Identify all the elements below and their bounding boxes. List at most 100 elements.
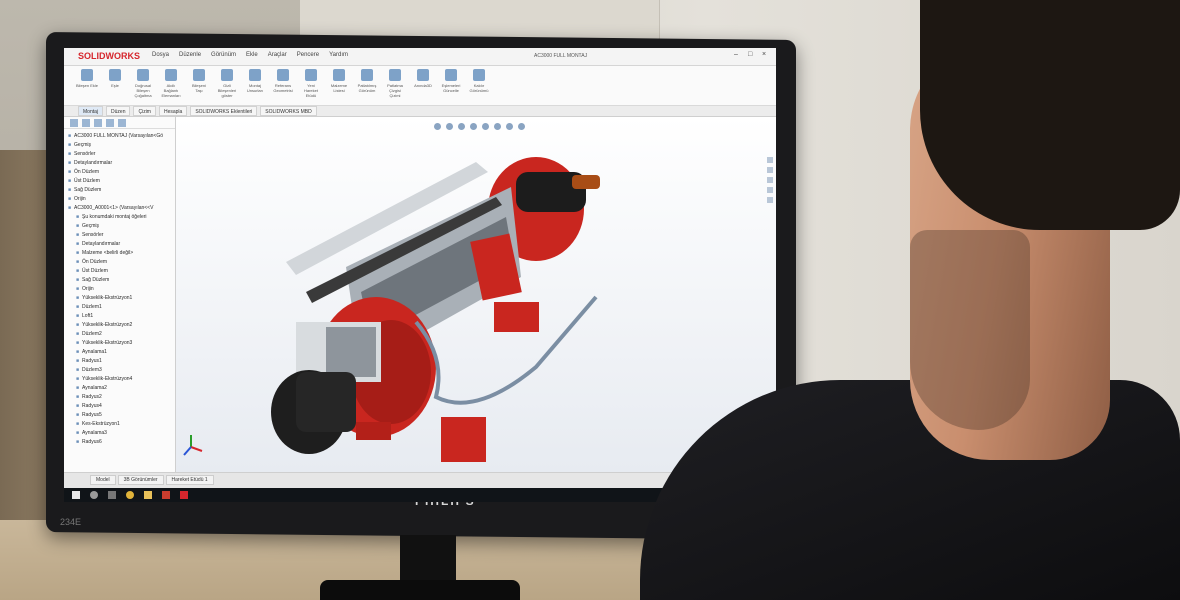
ribbon-button[interactable]: Patlatılmış Görünüm	[356, 66, 378, 105]
ribbon-command-icon	[389, 69, 401, 81]
ribbon-button[interactable]: Bileşen Ekle	[76, 66, 98, 105]
solidworks-taskbar-icon[interactable]	[180, 491, 188, 499]
ribbon-button[interactable]: Doğrusal Bileşen Çoğaltma	[132, 66, 154, 105]
minimize-icon[interactable]: –	[734, 51, 742, 59]
ribbon-button[interactable]: Referans Geometrisi	[272, 66, 294, 105]
tree-item[interactable]: Üst Düzlem	[64, 177, 175, 186]
tree-item[interactable]: Radyus5	[64, 411, 175, 420]
tab-motion-study[interactable]: Hareket Etüdü 1	[165, 475, 214, 485]
ribbon-button[interactable]: Kaldır Görünümü	[468, 66, 490, 105]
configuration-manager-icon[interactable]	[94, 119, 102, 127]
tree-item[interactable]: Sağ Düzlem	[64, 276, 175, 285]
tree-item[interactable]: Sağ Düzlem	[64, 186, 175, 195]
tab-mbd[interactable]: SOLIDWORKS MBD	[260, 106, 317, 116]
tree-item[interactable]: Radyus6	[64, 438, 175, 447]
ribbon-command-icon	[361, 69, 373, 81]
tab-duzen[interactable]: Düzen	[106, 106, 131, 116]
tab-eklentiler[interactable]: SOLIDWORKS Eklentileri	[190, 106, 258, 116]
tree-item[interactable]: Detaylandırmalar	[64, 240, 175, 249]
tree-item[interactable]: Orijin	[64, 195, 175, 204]
tree-item[interactable]: Yükseklik-Ekstrüzyon1	[64, 294, 175, 303]
ribbon-button[interactable]: Gizli Bileşenleri göster	[216, 66, 238, 105]
explorer-icon[interactable]	[144, 491, 152, 499]
tree-item[interactable]: Malzeme <belirli değil>	[64, 249, 175, 258]
ribbon-command-icon	[221, 69, 233, 81]
ribbon-button[interactable]: Montaj Unsurları	[244, 66, 266, 105]
tree-item[interactable]: Üst Düzlem	[64, 267, 175, 276]
ribbon-button[interactable]: Malzeme Listesi	[328, 66, 350, 105]
tree-item[interactable]: Radyus4	[64, 402, 175, 411]
tree-item[interactable]: AC3000_A0001<1> (Varsayılan<<V	[64, 204, 175, 213]
task-view-icon[interactable]	[108, 491, 116, 499]
solidworks-logo: SOLIDWORKS	[78, 51, 140, 61]
ribbon-button[interactable]: Akıllı Bağlantı Elemanları	[160, 66, 182, 105]
tree-item[interactable]: Sensörler	[64, 231, 175, 240]
ribbon-button[interactable]: Anında3D	[412, 66, 434, 105]
tree-item[interactable]: Şu konumdaki montaj öğeleri	[64, 213, 175, 222]
tree-item[interactable]: Detaylandırmalar	[64, 159, 175, 168]
menu-item[interactable]: Yardım	[329, 52, 348, 58]
tree-item[interactable]: Sensörler	[64, 150, 175, 159]
graphics-viewport[interactable]	[176, 117, 776, 472]
ribbon-button-label: Gizli Bileşenleri göster	[217, 83, 237, 98]
winch-foot-left	[441, 417, 486, 462]
tree-item[interactable]: Yükseklik-Ekstrüzyon2	[64, 321, 175, 330]
feature-manager-icon[interactable]	[70, 119, 78, 127]
ribbon-button-label: Doğrusal Bileşen Çoğaltma	[134, 83, 152, 98]
app-icon[interactable]	[162, 491, 170, 499]
ribbon-button[interactable]: Bileşeni Taşı	[188, 66, 210, 105]
search-icon[interactable]	[90, 491, 98, 499]
tree-item[interactable]: Düzlem1	[64, 303, 175, 312]
tree-item[interactable]: Radyus2	[64, 393, 175, 402]
menu-item[interactable]: Pencere	[297, 52, 319, 58]
tree-item[interactable]: Düzlem2	[64, 330, 175, 339]
close-icon[interactable]: ×	[762, 51, 770, 59]
tab-3d-views[interactable]: 3B Görünümler	[117, 475, 164, 485]
tab-model[interactable]: Model	[90, 475, 116, 485]
tree-item[interactable]: Yükseklik-Ekstrüzyon4	[64, 375, 175, 384]
menu-item[interactable]: Düzenle	[179, 52, 201, 58]
tree-item[interactable]: Loft1	[64, 312, 175, 321]
person-viewing-monitor	[640, 0, 1180, 600]
ribbon-button[interactable]: Yeni Hareket Etüdü	[300, 66, 322, 105]
tree-item[interactable]: Radyus1	[64, 357, 175, 366]
winch-motor-body	[296, 372, 356, 432]
ribbon-button[interactable]: Eşle	[104, 66, 126, 105]
maximize-icon[interactable]: □	[748, 51, 756, 59]
ribbon-button[interactable]: Patlatma Çizgisi Çizimi	[384, 66, 406, 105]
display-manager-icon[interactable]	[118, 119, 126, 127]
tab-cizim[interactable]: Çizim	[133, 106, 156, 116]
ribbon-button-label: Akıllı Bağlantı Elemanları	[161, 83, 181, 98]
menu-item[interactable]: Araçlar	[268, 52, 287, 58]
tree-item[interactable]: Kes-Ekstrüzyon1	[64, 420, 175, 429]
menu-item[interactable]: Ekle	[246, 52, 258, 58]
tab-hesapla[interactable]: Hesapla	[158, 106, 188, 116]
person-beard	[910, 230, 1030, 430]
tree-item[interactable]: Aynalama3	[64, 429, 175, 438]
tree-item[interactable]: Geçmiş	[64, 222, 175, 231]
tree-item[interactable]: Yükseklik-Ekstrüzyon3	[64, 339, 175, 348]
dimxpert-icon[interactable]	[106, 119, 114, 127]
background-door	[300, 0, 660, 40]
ribbon-button-label: Kaldır Görünümü	[469, 83, 489, 93]
tree-item[interactable]: Aynalama1	[64, 348, 175, 357]
winch-3d-model[interactable]	[176, 117, 776, 472]
tree-item[interactable]: Ön Düzlem	[64, 258, 175, 267]
tree-item[interactable]: Orijin	[64, 285, 175, 294]
tree-item[interactable]: AC3000 FULL MONTAJ (Varsayılan<Gö	[64, 132, 175, 141]
property-manager-icon[interactable]	[82, 119, 90, 127]
ribbon-button-label: Referans Geometrisi	[273, 83, 293, 93]
command-ribbon: Bileşen Ekle Eşle Doğrusal Bileşen Çoğaltm…	[64, 66, 776, 106]
tree-item[interactable]: Aynalama2	[64, 384, 175, 393]
ribbon-command-icon	[137, 69, 149, 81]
tree-item[interactable]: Düzlem3	[64, 366, 175, 375]
menu-item[interactable]: Görünüm	[211, 52, 236, 58]
tree-item[interactable]: Ön Düzlem	[64, 168, 175, 177]
menu-item[interactable]: Dosya	[152, 52, 169, 58]
tree-item[interactable]: Geçmiş	[64, 141, 175, 150]
chrome-icon[interactable]	[126, 491, 134, 499]
menu-bar: Dosya Düzenle Görünüm Ekle Araçlar Pence…	[152, 52, 348, 58]
ribbon-button[interactable]: Eşlemeleri Güncelle	[440, 66, 462, 105]
tab-montaj[interactable]: Montaj	[78, 106, 104, 116]
windows-start-icon[interactable]	[72, 491, 80, 499]
